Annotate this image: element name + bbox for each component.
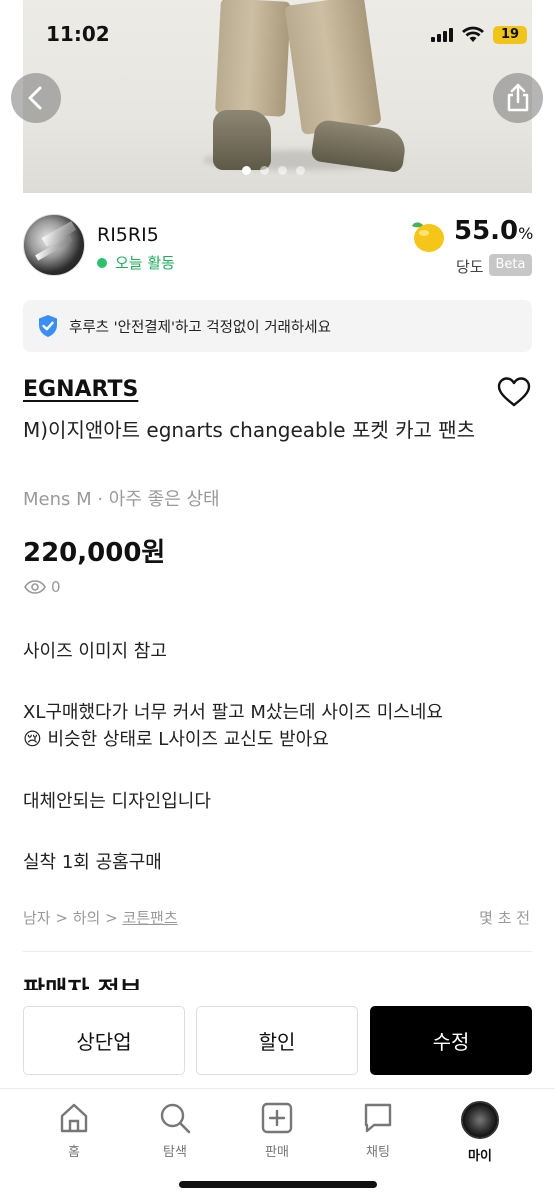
breadcrumb-cotton-pants[interactable]: 코튼팬츠 (122, 909, 177, 927)
tab-chat-label: 채팅 (366, 1145, 390, 1160)
posted-time: 몇 초 전 (479, 909, 530, 927)
description-line: XL구매했다가 너무 커서 팔고 M샀는데 사이즈 미스네요 (23, 702, 443, 723)
lemon-icon (412, 222, 444, 252)
share-button[interactable] (493, 73, 543, 123)
activity-label: 오늘 활동 (115, 254, 175, 272)
carousel-indicator (242, 166, 305, 175)
category-breadcrumb: 남자 > 하의 > 코튼팬츠 (23, 907, 178, 928)
tab-me[interactable]: 마이 (440, 1101, 520, 1164)
seller-name[interactable]: RI5RI5 (97, 224, 159, 246)
tab-sell-label: 판매 (265, 1145, 289, 1160)
wifi-icon (462, 26, 484, 42)
status-bar: 11:02 19 (0, 0, 555, 66)
home-indicator (179, 1181, 377, 1188)
description-line: 실착 1회 공홈구매 (23, 852, 162, 873)
bump-button[interactable]: 상단업 (23, 1006, 185, 1075)
like-heart-icon[interactable] (497, 376, 531, 408)
score-value: 55.0 (454, 216, 519, 246)
view-count-value: 0 (51, 578, 61, 596)
safe-payment-text: 후루츠 '안전결제'하고 걱정없이 거래하세요 (69, 319, 331, 336)
tab-search-label: 탐색 (163, 1145, 187, 1160)
carousel-dot[interactable] (296, 166, 305, 175)
breadcrumb-separator: > (100, 909, 123, 927)
tab-sell[interactable]: 판매 (237, 1101, 317, 1160)
seller-info-heading: 판매자 정보 (23, 976, 142, 990)
seller-avatar[interactable] (23, 214, 85, 276)
seller-activity: 오늘 활동 (97, 252, 175, 273)
add-square-icon (261, 1102, 293, 1134)
shield-check-icon (39, 315, 57, 337)
product-image-carousel[interactable]: 11:02 19 (0, 0, 555, 193)
carousel-dot[interactable] (260, 166, 269, 175)
carousel-dot-active[interactable] (242, 166, 251, 175)
profile-avatar-icon (461, 1101, 499, 1139)
chat-bubble-icon (364, 1103, 392, 1133)
product-title: M)이지앤아트 egnarts changeable 포켓 카고 팬츠 (23, 418, 476, 442)
discount-button[interactable]: 할인 (196, 1006, 358, 1075)
breadcrumb-bottoms[interactable]: 하의 (73, 909, 101, 927)
tab-home-label: 홈 (68, 1145, 80, 1160)
carousel-dot[interactable] (278, 166, 287, 175)
beta-badge: Beta (489, 254, 532, 276)
edit-button[interactable]: 수정 (370, 1006, 532, 1075)
online-dot-icon (97, 257, 107, 268)
tab-me-label: 마이 (468, 1149, 492, 1164)
brand-link[interactable]: EGNARTS (23, 377, 138, 402)
view-count: 0 (24, 578, 61, 596)
score-unit: % (518, 224, 534, 243)
action-bar: 상단업 할인 수정 (0, 990, 555, 1090)
divider (23, 951, 532, 952)
battery-indicator: 19 (493, 26, 527, 44)
eye-icon (24, 580, 46, 594)
product-price: 220,000원 (23, 538, 166, 568)
share-icon (507, 83, 529, 112)
safe-payment-notice[interactable]: 후루츠 '안전결제'하고 걱정없이 거래하세요 (23, 300, 532, 352)
home-icon (60, 1103, 88, 1133)
back-button[interactable] (11, 73, 61, 123)
chevron-left-icon (28, 86, 42, 110)
description-line: 대체안되는 디자인입니다 (23, 791, 211, 812)
product-condition: Mens M · 아주 좋은 상태 (23, 489, 220, 510)
description-line: 사이즈 이미지 참고 (23, 641, 167, 662)
tab-home[interactable]: 홈 (34, 1101, 114, 1160)
tab-search[interactable]: 탐색 (135, 1101, 215, 1160)
search-icon (160, 1103, 191, 1134)
breadcrumb-men[interactable]: 남자 (23, 909, 51, 927)
tab-chat[interactable]: 채팅 (338, 1101, 418, 1160)
sweetness-score: 55.0% (454, 216, 533, 246)
description-line: 😢 비슷한 상태로 L사이즈 교신도 받아요 (23, 729, 329, 750)
breadcrumb-separator: > (50, 909, 73, 927)
clock: 11:02 (46, 22, 110, 46)
cellular-signal-icon (431, 28, 455, 42)
sweetness-label: 당도 (456, 258, 484, 276)
